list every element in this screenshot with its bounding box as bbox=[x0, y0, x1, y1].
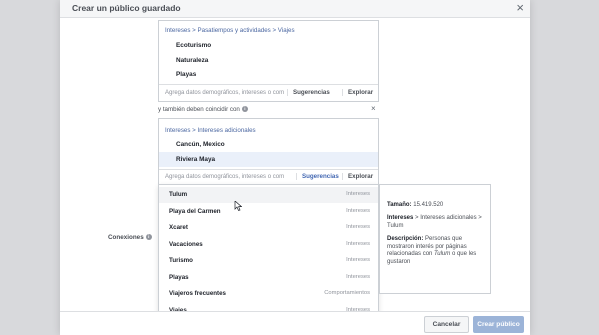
interest-item[interactable]: Playas bbox=[176, 71, 196, 78]
close-icon[interactable]: × bbox=[516, 1, 524, 15]
suggestion-row[interactable]: Viajeros frecuentes Comportamientos bbox=[159, 286, 378, 302]
detailed-targeting-input-row: Agrega datos demográficos, intereses o c… bbox=[159, 84, 378, 101]
remove-narrow-icon[interactable]: × bbox=[371, 104, 376, 113]
suggestions-button[interactable]: Sugerencias bbox=[296, 173, 339, 180]
interest-item[interactable]: Naturaleza bbox=[176, 57, 208, 64]
suggestion-row[interactable]: Vacaciones Intereses bbox=[159, 237, 378, 253]
suggestion-type: Intereses bbox=[346, 224, 370, 230]
suggestion-row[interactable]: Playa del Carmen Intereses bbox=[159, 204, 378, 220]
interests-label: Intereses bbox=[387, 215, 414, 221]
interest-item[interactable]: Cancún, Mexico bbox=[176, 141, 225, 148]
interests-box-additional: Intereses > Intereses adicionales Cancún… bbox=[158, 118, 379, 185]
interest-item[interactable]: Ecoturismo bbox=[176, 42, 211, 49]
suggestion-name: Viajeros frecuentes bbox=[169, 290, 226, 297]
suggestion-type: Intereses bbox=[346, 191, 370, 197]
size-label: Tamaño: bbox=[387, 202, 412, 208]
suggestion-name: Turismo bbox=[169, 257, 193, 264]
suggestion-name: Tulum bbox=[169, 191, 188, 198]
suggestion-type: Comportamientos bbox=[324, 290, 370, 296]
modal-title: Crear un público guardado bbox=[72, 3, 181, 13]
audience-size: Tamaño: 15.419.520 bbox=[387, 202, 487, 210]
info-icon[interactable]: i bbox=[145, 234, 152, 241]
detailed-targeting-input-row: Agrega datos demográficos, intereses o c… bbox=[159, 169, 378, 184]
suggestions-button[interactable]: Sugerencias bbox=[287, 89, 330, 96]
breadcrumb-travel: Intereses > Pasatiempos y actividades > … bbox=[165, 27, 295, 34]
breadcrumb-additional: Intereses > Intereses adicionales bbox=[165, 127, 256, 134]
modal-header: Crear un público guardado × bbox=[60, 0, 530, 18]
suggestion-row[interactable]: Playas Intereses bbox=[159, 270, 378, 286]
suggestion-type: Intereses bbox=[346, 273, 370, 280]
narrow-audience-text: y también deben coincidir con bbox=[158, 106, 240, 113]
interest-description: Descripción: Personas que mostraron inte… bbox=[387, 236, 487, 266]
suggestion-name: Vacaciones bbox=[169, 240, 203, 248]
narrow-audience-label: y también deben coincidir con i bbox=[158, 106, 248, 113]
interest-item: Riviera Maya bbox=[176, 156, 216, 163]
modal-footer: Cancelar Crear público bbox=[60, 311, 530, 335]
pointer-cursor-icon bbox=[234, 201, 242, 211]
targeting-search-input[interactable]: Agrega datos demográficos, intereses o c… bbox=[165, 174, 284, 180]
explore-button[interactable]: Explorar bbox=[342, 173, 373, 180]
suggestion-detail-panel: Tamaño: 15.419.520 Intereses > Intereses… bbox=[379, 184, 491, 294]
suggestion-row[interactable]: Turismo Intereses bbox=[159, 253, 378, 269]
suggestion-name: Playas bbox=[169, 273, 189, 281]
suggestion-type: Intereses bbox=[346, 240, 370, 247]
selected-interest-row[interactable]: Riviera Maya bbox=[159, 152, 378, 167]
description-label: Descripción: bbox=[387, 236, 424, 242]
interest-path: Intereses > Intereses adicionales > Tulu… bbox=[387, 215, 487, 230]
explore-button[interactable]: Explorar bbox=[342, 89, 373, 96]
connections-text: Conexiones bbox=[108, 234, 144, 241]
info-icon[interactable]: i bbox=[241, 106, 248, 113]
cancel-button[interactable]: Cancelar bbox=[424, 316, 469, 333]
interests-box-travel: Intereses > Pasatiempos y actividades > … bbox=[158, 20, 379, 102]
connections-label: Conexiones i bbox=[108, 234, 152, 241]
suggestion-name: Playa del Carmen bbox=[169, 207, 221, 215]
suggestion-type: Intereses bbox=[346, 257, 370, 263]
suggestion-row[interactable]: Xcaret Intereses bbox=[159, 220, 378, 236]
targeting-search-input[interactable]: Agrega datos demográficos, intereses o c… bbox=[165, 90, 284, 96]
suggestion-type: Intereses bbox=[346, 207, 370, 214]
size-value: 15.419.520 bbox=[413, 202, 444, 208]
suggestion-name: Xcaret bbox=[169, 224, 188, 231]
suggestion-row[interactable]: Tulum Intereses bbox=[159, 187, 378, 203]
description-emphasis: Tulum bbox=[434, 251, 451, 258]
create-audience-button[interactable]: Crear público bbox=[473, 316, 524, 333]
